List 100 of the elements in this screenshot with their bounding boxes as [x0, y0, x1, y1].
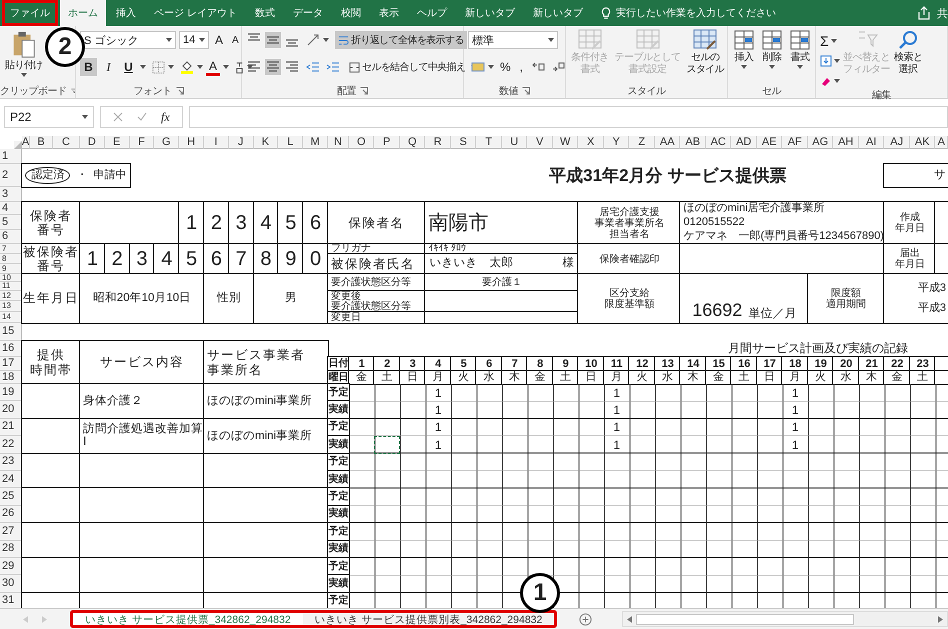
font-style-button[interactable]: I — [100, 58, 117, 76]
column-header[interactable]: AK — [910, 136, 936, 149]
column-header[interactable]: I — [204, 136, 229, 149]
column-header[interactable]: H — [179, 136, 204, 149]
cell-button[interactable]: 挿入 — [732, 29, 756, 68]
column-header[interactable]: X — [578, 136, 604, 149]
column-header[interactable]: O — [348, 136, 374, 149]
font-name-field[interactable]: S ゴシック — [80, 31, 176, 49]
cell-button[interactable]: 書式 — [788, 29, 812, 68]
row-header[interactable]: 3 — [0, 187, 22, 202]
row-header[interactable]: 17 — [0, 357, 22, 371]
sheet-tab[interactable]: いきいき サービス提供票別表_342862_294832 — [302, 613, 554, 625]
row-header[interactable]: 2 — [0, 164, 22, 187]
column-header[interactable]: AE — [756, 136, 782, 149]
share-label[interactable]: 共 — [937, 6, 948, 20]
column-header[interactable]: D — [80, 136, 105, 149]
column-header[interactable]: A — [22, 136, 30, 149]
row-header[interactable]: 19 — [0, 384, 22, 402]
column-header[interactable]: T — [476, 136, 502, 149]
column-header[interactable]: AJ — [884, 136, 910, 149]
row-header[interactable]: 28 — [0, 540, 22, 558]
column-header[interactable]: E — [104, 136, 130, 149]
column-header[interactable]: AB — [680, 136, 706, 149]
tell-me-field[interactable]: 実行したい作業を入力してください — [592, 0, 784, 26]
sheet-tab[interactable]: いきいき サービス提供票_342862_294832 — [73, 613, 303, 625]
row-header[interactable]: 4 — [0, 202, 22, 215]
row-header[interactable]: 1 — [0, 149, 22, 164]
column-header[interactable]: AA — [654, 136, 680, 149]
column-header[interactable]: C — [53, 136, 80, 149]
column-header[interactable]: A — [935, 136, 948, 149]
merge-center-button[interactable]: セルを結合して中央揃え — [346, 58, 468, 76]
row-header[interactable]: 30 — [0, 575, 22, 593]
column-header[interactable]: AI — [858, 136, 884, 149]
column-header[interactable]: G — [154, 136, 180, 149]
row-header[interactable]: 24 — [0, 470, 22, 488]
ribbon-tab[interactable]: 挿入 — [108, 0, 144, 26]
column-header[interactable]: Y — [604, 136, 630, 149]
row-header[interactable]: 27 — [0, 523, 22, 541]
row-header[interactable]: 11 — [0, 282, 22, 291]
row-header[interactable]: 29 — [0, 558, 22, 576]
column-header[interactable]: AC — [706, 136, 732, 149]
row-header[interactable]: 23 — [0, 454, 22, 471]
row-header[interactable]: 7 — [0, 244, 22, 254]
row-header[interactable]: 6 — [0, 230, 22, 244]
grow-font-button[interactable]: A — [212, 32, 226, 48]
row-header[interactable]: 22 — [0, 436, 22, 454]
column-header[interactable]: W — [552, 136, 578, 149]
row-header[interactable]: 26 — [0, 506, 22, 524]
column-header[interactable]: Q — [400, 136, 426, 149]
row-header[interactable]: 21 — [0, 418, 22, 436]
cell-button[interactable]: 削除 — [760, 29, 784, 68]
percent-button[interactable]: % — [497, 59, 514, 75]
row-header[interactable]: 10 — [0, 274, 22, 282]
ribbon-tab[interactable]: 新しいタブ — [524, 0, 591, 26]
row-header[interactable]: 9 — [0, 264, 22, 274]
name-box[interactable]: P22 — [4, 106, 94, 128]
paste-button[interactable]: 貼り付け — [4, 31, 44, 76]
column-header[interactable]: R — [425, 136, 451, 149]
style-button[interactable]: セルの スタイル — [685, 29, 726, 75]
row-header[interactable]: 8 — [0, 254, 22, 264]
column-header[interactable]: AF — [782, 136, 808, 149]
row-header[interactable]: 15 — [0, 323, 22, 341]
wrap-text-button[interactable]: 折り返して全体を表示する — [335, 31, 467, 49]
column-header[interactable]: S — [450, 136, 476, 149]
ribbon-tab[interactable]: ページ レイアウト — [146, 0, 245, 26]
ribbon-tab[interactable]: 新しいタブ — [456, 0, 523, 26]
column-header[interactable]: Z — [629, 136, 655, 149]
row-header[interactable]: 20 — [0, 401, 22, 419]
insert-function-button[interactable]: fx — [161, 110, 170, 124]
row-header[interactable]: 12 — [0, 291, 22, 301]
font-style-button[interactable]: B — [80, 58, 97, 76]
ribbon-tab[interactable]: ヘルプ — [408, 0, 455, 26]
column-header[interactable]: P — [374, 136, 400, 149]
column-header[interactable]: U — [502, 136, 528, 149]
font-style-button[interactable]: U — [120, 58, 137, 76]
shrink-font-button[interactable]: A — [229, 34, 242, 46]
ribbon-tab[interactable]: ファイル — [2, 0, 58, 26]
column-header[interactable]: K — [254, 136, 278, 149]
ribbon-tab[interactable]: 数式 — [246, 0, 283, 26]
column-header[interactable]: F — [130, 136, 154, 149]
column-header[interactable]: AD — [731, 136, 757, 149]
column-header[interactable]: AG — [808, 136, 834, 149]
column-header[interactable]: B — [30, 136, 53, 149]
number-format-field[interactable]: 標準 — [468, 31, 558, 49]
font-size-field[interactable]: 14 — [179, 31, 209, 49]
column-header[interactable]: V — [527, 136, 553, 149]
column-header[interactable]: L — [278, 136, 304, 149]
ribbon-tab[interactable]: データ — [284, 0, 331, 26]
row-header[interactable]: 16 — [0, 341, 22, 357]
column-header[interactable]: N — [328, 136, 349, 149]
ribbon-tab[interactable]: 校閲 — [332, 0, 369, 26]
row-header[interactable]: 18 — [0, 371, 22, 384]
ribbon-tab[interactable]: ホーム — [60, 0, 106, 26]
comma-button[interactable]: , — [516, 59, 526, 75]
font-color-button[interactable]: A — [206, 58, 220, 76]
column-header[interactable]: J — [228, 136, 254, 149]
editing-button[interactable]: 検索と 選択 — [893, 29, 924, 75]
column-header[interactable]: AH — [833, 136, 859, 149]
row-header[interactable]: 13 — [0, 301, 22, 312]
ribbon-tab[interactable]: 表示 — [370, 0, 407, 26]
